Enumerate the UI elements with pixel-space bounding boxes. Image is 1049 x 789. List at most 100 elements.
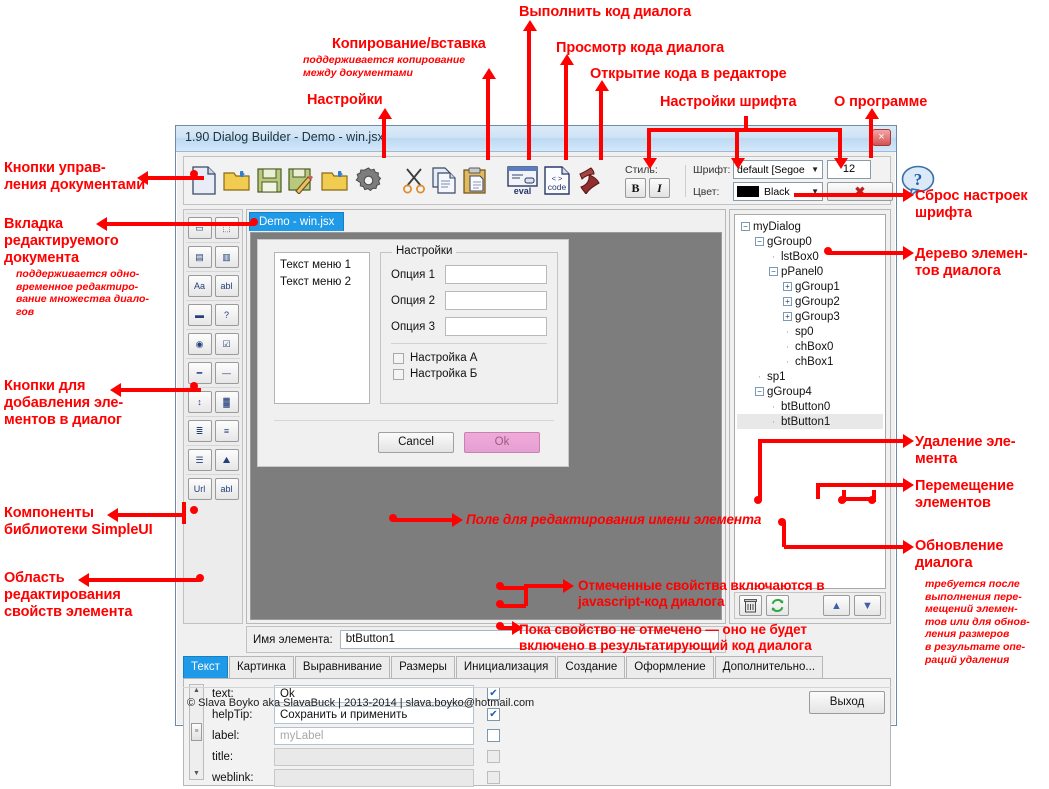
- checkbox-icon[interactable]: [393, 368, 404, 380]
- tab-0[interactable]: Текст: [183, 656, 228, 678]
- font-family-select[interactable]: default [Segoe ▼: [733, 160, 823, 179]
- preview-cancel-button[interactable]: Cancel: [378, 432, 454, 453]
- bold-button[interactable]: B: [625, 177, 646, 198]
- listbox-item[interactable]: Текст меню 2: [280, 274, 364, 291]
- exit-button[interactable]: Выход: [809, 691, 885, 714]
- tree-node[interactable]: − gGroup0: [737, 234, 883, 249]
- settings-gear-icon[interactable]: [355, 162, 382, 199]
- tree-node[interactable]: + gGroup3: [737, 309, 883, 324]
- palette-radio-button[interactable]: ◉: [187, 333, 212, 355]
- copy-icon[interactable]: [432, 162, 457, 199]
- tree-expander-icon[interactable]: +: [783, 297, 792, 306]
- tab-7[interactable]: Дополнительно...: [714, 656, 824, 678]
- palette-simpleui-text-button[interactable]: abl: [214, 478, 239, 500]
- tree-node[interactable]: · sp0: [737, 324, 883, 339]
- palette-edit-text-button[interactable]: abl: [214, 275, 239, 297]
- tree-node[interactable]: · chBox1: [737, 354, 883, 369]
- palette-row: ↕ ▓: [186, 391, 240, 413]
- arrow-move-elements-stem: [816, 483, 820, 499]
- arrow-font-reset-line: [794, 193, 904, 197]
- tree-node[interactable]: − pPanel0: [737, 264, 883, 279]
- property-value-input[interactable]: myLabel: [274, 726, 474, 745]
- palette-panel-button[interactable]: ▭: [187, 217, 212, 239]
- open-document-icon[interactable]: [223, 162, 251, 199]
- tab-4[interactable]: Инициализация: [455, 656, 557, 678]
- tree-node[interactable]: · btButton0: [737, 399, 883, 414]
- tree-node-label: myDialog: [753, 220, 801, 233]
- tab-2[interactable]: Выравнивание: [294, 656, 391, 678]
- svg-text:?: ?: [914, 170, 923, 189]
- tab-3[interactable]: Размеры: [391, 656, 455, 678]
- reset-font-button[interactable]: ✖: [827, 182, 893, 201]
- preview-option-input[interactable]: [445, 265, 547, 284]
- preview-option-label: Опция 1: [391, 268, 436, 281]
- preview-option-input[interactable]: [445, 291, 547, 310]
- palette-dropdownlist-button[interactable]: ≡: [214, 420, 239, 442]
- palette-icon-button-button[interactable]: ?: [214, 304, 239, 326]
- move-element-down-button[interactable]: ▼: [854, 595, 881, 616]
- tree-expander-icon[interactable]: −: [755, 237, 764, 246]
- preview-checkbox-row[interactable]: Настройка А: [393, 352, 547, 364]
- tree-node[interactable]: · sp1: [737, 369, 883, 384]
- italic-button[interactable]: I: [649, 177, 670, 198]
- palette-slider-button[interactable]: ━: [187, 362, 212, 384]
- close-window-button[interactable]: ×: [872, 129, 891, 146]
- document-tab-demo[interactable]: Demo - win.jsx: [249, 212, 345, 231]
- palette-image-button[interactable]: ⛰: [214, 449, 239, 471]
- new-document-icon[interactable]: [192, 162, 217, 199]
- color-swatch: [737, 186, 759, 197]
- tree-expander-icon[interactable]: −: [741, 222, 750, 231]
- tree-node[interactable]: − gGroup4: [737, 384, 883, 399]
- palette-listbox-button[interactable]: ≣: [187, 420, 212, 442]
- scroll-thumb[interactable]: ≡: [191, 723, 202, 741]
- dot-props-area: [196, 574, 204, 582]
- font-color-select[interactable]: Black ▼: [733, 182, 823, 201]
- tab-6[interactable]: Оформление: [626, 656, 714, 678]
- preview-option-label: Опция 3: [391, 320, 436, 333]
- palette-button-button[interactable]: ▬: [187, 304, 212, 326]
- palette-static-text-button[interactable]: Aa: [187, 275, 212, 297]
- tree-node[interactable]: + gGroup2: [737, 294, 883, 309]
- palette-group-left-button[interactable]: ▤: [187, 246, 212, 268]
- tree-expander-icon[interactable]: +: [783, 282, 792, 291]
- palette-progressbar-button[interactable]: ▓: [214, 391, 239, 413]
- palette-checkbox-button[interactable]: ☑: [214, 333, 239, 355]
- checkbox-icon[interactable]: [393, 352, 404, 364]
- move-element-up-button[interactable]: ▲: [823, 595, 850, 616]
- scroll-down-icon[interactable]: ▼: [193, 770, 200, 777]
- palette-treeview-button[interactable]: ☰: [187, 449, 212, 471]
- cut-icon[interactable]: [402, 162, 426, 199]
- element-tree[interactable]: − myDialog − gGroup0 · lstBox0− pPanel0 + gGroup…: [734, 214, 886, 589]
- save-as-document-icon[interactable]: [288, 162, 315, 199]
- tree-node[interactable]: · btButton1: [737, 414, 883, 429]
- preview-checkbox-row[interactable]: Настройка Б: [393, 368, 547, 380]
- preview-listbox[interactable]: Текст меню 1 Текст меню 2: [274, 252, 370, 404]
- tree-node[interactable]: + gGroup1: [737, 279, 883, 294]
- preview-ok-button[interactable]: Ok: [464, 432, 540, 453]
- tab-1[interactable]: Картинка: [228, 656, 294, 678]
- palette-spinner-button[interactable]: ↕: [187, 391, 212, 413]
- tree-expander-icon[interactable]: −: [769, 267, 778, 276]
- tree-node[interactable]: − myDialog: [737, 219, 883, 234]
- tree-expander-icon[interactable]: −: [755, 387, 764, 396]
- palette-url-button[interactable]: Url: [187, 478, 212, 500]
- property-checkbox[interactable]: [487, 729, 500, 742]
- paste-icon[interactable]: [463, 162, 487, 199]
- eval-dialog-icon[interactable]: eval: [507, 162, 538, 199]
- save-document-icon[interactable]: [257, 162, 282, 199]
- import-document-icon[interactable]: [321, 162, 349, 199]
- tree-expander-icon[interactable]: +: [783, 312, 792, 321]
- open-in-editor-icon[interactable]: [577, 162, 604, 199]
- palette-group-right-button[interactable]: ▥: [214, 246, 239, 268]
- listbox-item[interactable]: Текст меню 1: [280, 257, 364, 274]
- arrow-props-area-line: [89, 578, 199, 582]
- palette-dashed-panel-button[interactable]: ⬚: [214, 217, 239, 239]
- preview-canvas[interactable]: Текст меню 1 Текст меню 2 Настройки Опция…: [250, 232, 722, 620]
- preview-option-input[interactable]: [445, 317, 547, 336]
- tree-leaf-icon: ·: [771, 415, 776, 428]
- tab-5[interactable]: Создание: [557, 656, 626, 678]
- view-code-icon[interactable]: < > code: [544, 162, 571, 199]
- tree-node[interactable]: · chBox0: [737, 339, 883, 354]
- palette-group-2: Aa abl: [186, 271, 240, 297]
- palette-separator-button[interactable]: —: [214, 362, 239, 384]
